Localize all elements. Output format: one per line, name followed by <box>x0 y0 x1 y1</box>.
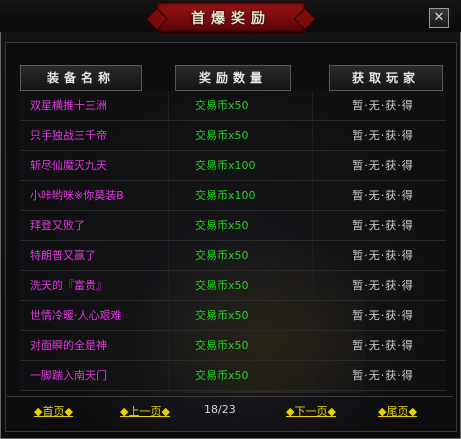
reward-amount: 交易币x100 <box>195 159 256 172</box>
player-name: 暂·无·获·得 <box>352 309 414 322</box>
table-row: 小咔哟咪※你莫装B 交易币x100 暂·无·获·得 <box>20 181 446 211</box>
item-name[interactable]: 小咔哟咪※你莫装B <box>30 181 180 210</box>
player-name: 暂·无·获·得 <box>352 249 414 262</box>
page-indicator: 18/23 <box>204 403 236 416</box>
reward-amount: 交易币x50 <box>195 249 249 262</box>
header-reward-amount: 奖励数量 <box>175 65 291 91</box>
item-name[interactable]: 世情冷暖·人心艰难 <box>30 301 180 330</box>
first-page-link[interactable]: ◆首页◆ <box>34 403 73 419</box>
reward-amount: 交易币x100 <box>195 189 256 202</box>
table-row: 世情冷暖·人心艰难 交易币x50 暂·无·获·得 <box>20 301 446 331</box>
player-name: 暂·无·获·得 <box>352 339 414 352</box>
reward-table-panel: 装备名称 奖励数量 获取玩家 双星横推十三洲 交易币x50 暂·无·获·得 只手… <box>5 42 457 432</box>
item-name[interactable]: 对面瞬的全是神 <box>30 331 180 360</box>
table-row: 洗天的『富贵』 交易币x50 暂·无·获·得 <box>20 271 446 301</box>
close-button[interactable]: ✕ <box>429 8 449 28</box>
table-row: 双星横推十三洲 交易币x50 暂·无·获·得 <box>20 91 446 121</box>
table-row: 对面瞬的全是神 交易币x50 暂·无·获·得 <box>20 331 446 361</box>
table-row: 特朗普又赢了 交易币x50 暂·无·获·得 <box>20 241 446 271</box>
reward-amount: 交易币x50 <box>195 369 249 382</box>
last-page-link[interactable]: ◆尾页◆ <box>378 403 417 419</box>
header-player: 获取玩家 <box>329 65 443 91</box>
item-name[interactable]: 只手独战三千帝 <box>30 121 180 150</box>
reward-amount: 交易币x50 <box>195 219 249 232</box>
player-name: 暂·无·获·得 <box>352 159 414 172</box>
table-row: 拜登又败了 交易币x50 暂·无·获·得 <box>20 211 446 241</box>
header-item-name: 装备名称 <box>20 65 142 91</box>
reward-amount: 交易币x50 <box>195 279 249 292</box>
reward-rows: 双星横推十三洲 交易币x50 暂·无·获·得 只手独战三千帝 交易币x50 暂·… <box>20 91 446 391</box>
item-name[interactable]: 特朗普又赢了 <box>30 241 180 270</box>
table-row: 只手独战三千帝 交易币x50 暂·无·获·得 <box>20 121 446 151</box>
item-name[interactable]: 一脚踹入南天门 <box>30 361 180 390</box>
prev-page-link[interactable]: ◆上一页◆ <box>120 403 170 419</box>
player-name: 暂·无·获·得 <box>352 189 414 202</box>
reward-amount: 交易币x50 <box>195 99 249 112</box>
item-name[interactable]: 双星横推十三洲 <box>30 91 180 120</box>
player-name: 暂·无·获·得 <box>352 99 414 112</box>
item-name[interactable]: 拜登又败了 <box>30 211 180 240</box>
reward-amount: 交易币x50 <box>195 129 249 142</box>
player-name: 暂·无·获·得 <box>352 369 414 382</box>
table-row: 一脚踹入南天门 交易币x50 暂·无·获·得 <box>20 361 446 391</box>
table-row: 斩尽仙魔灭九天 交易币x100 暂·无·获·得 <box>20 151 446 181</box>
reward-amount: 交易币x50 <box>195 309 249 322</box>
player-name: 暂·无·获·得 <box>352 279 414 292</box>
title-bar: 首爆奖励 ✕ <box>0 0 461 33</box>
item-name[interactable]: 斩尽仙魔灭九天 <box>30 151 180 180</box>
player-name: 暂·无·获·得 <box>352 219 414 232</box>
next-page-link[interactable]: ◆下一页◆ <box>286 403 336 419</box>
window-title: 首爆奖励 <box>191 11 271 27</box>
pagination-bar: ◆首页◆ ◆上一页◆ 18/23 ◆下一页◆ ◆尾页◆ <box>7 396 453 427</box>
player-name: 暂·无·获·得 <box>352 129 414 142</box>
title-banner: 首爆奖励 <box>156 2 306 33</box>
reward-amount: 交易币x50 <box>195 339 249 352</box>
item-name[interactable]: 洗天的『富贵』 <box>30 271 180 300</box>
